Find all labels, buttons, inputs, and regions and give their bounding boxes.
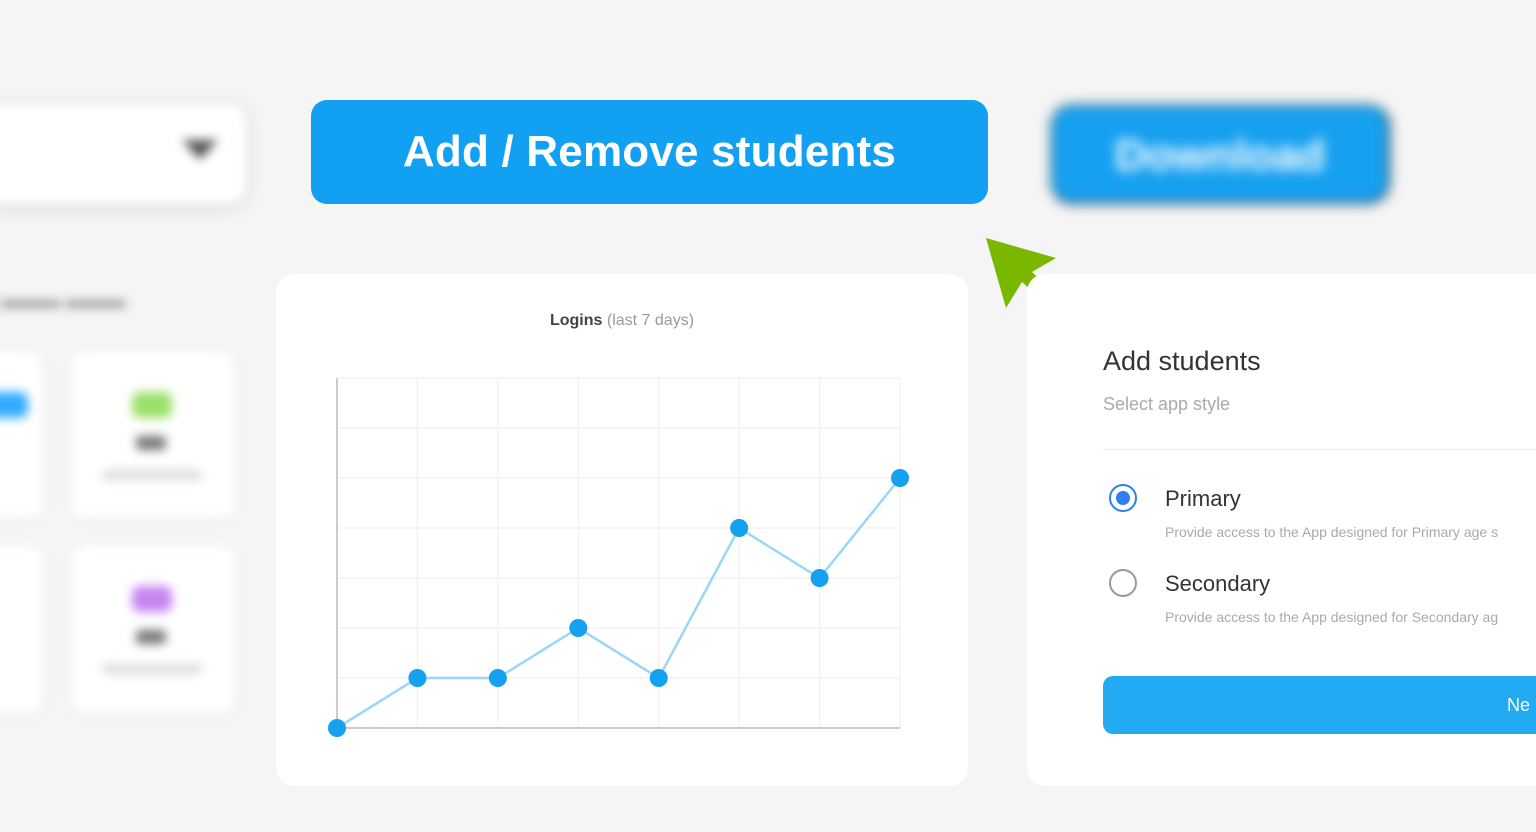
- stat-value: [136, 630, 166, 644]
- add-remove-students-button[interactable]: Add / Remove students: [311, 100, 988, 204]
- card-title: Add students: [1103, 346, 1261, 376]
- page: ▬▬▬ ▬▬▬ Download Add / Remove students L…: [0, 0, 1536, 832]
- next-button[interactable]: Ne: [1103, 676, 1536, 734]
- stat-tile: [72, 352, 234, 518]
- logins-chart-card: Logins (last 7 days): [276, 274, 968, 786]
- primary-option-description: Provide access to the App designed for P…: [1165, 524, 1499, 540]
- class-select-dropdown[interactable]: [0, 104, 246, 204]
- stat-tile: [72, 546, 234, 712]
- stat-icon: [132, 392, 172, 418]
- stat-tile: [0, 352, 42, 518]
- data-point: [328, 719, 346, 737]
- data-point: [569, 619, 588, 637]
- stat-value: [136, 436, 166, 450]
- stat-icon: [132, 586, 172, 612]
- primary-radio[interactable]: [1109, 484, 1137, 512]
- stat-caption: [102, 664, 202, 674]
- data-point: [649, 669, 668, 687]
- card-subtitle: Select app style: [1103, 394, 1231, 414]
- stat-caption: [102, 470, 202, 480]
- chevron-down-icon[interactable]: [182, 140, 218, 160]
- data-point: [810, 569, 829, 587]
- data-point: [891, 469, 909, 487]
- secondary-option-label: Secondary: [1165, 571, 1271, 596]
- primary-option-label: Primary: [1165, 486, 1241, 511]
- data-point: [408, 669, 427, 687]
- secondary-radio[interactable]: [1109, 569, 1137, 597]
- download-button[interactable]: Download: [1050, 104, 1390, 204]
- data-point: [730, 519, 749, 537]
- logins-chart: [328, 377, 909, 737]
- section-heading: ▬▬▬ ▬▬▬: [0, 290, 126, 312]
- stat-tile: [0, 546, 42, 712]
- divider: [1103, 449, 1536, 450]
- secondary-option-description: Provide access to the App designed for S…: [1165, 609, 1499, 625]
- stat-icon: [0, 392, 28, 418]
- data-point: [488, 669, 507, 687]
- logins-series-line: [336, 477, 901, 730]
- add-students-card: Add students Select app style Primary Pr…: [1027, 274, 1536, 786]
